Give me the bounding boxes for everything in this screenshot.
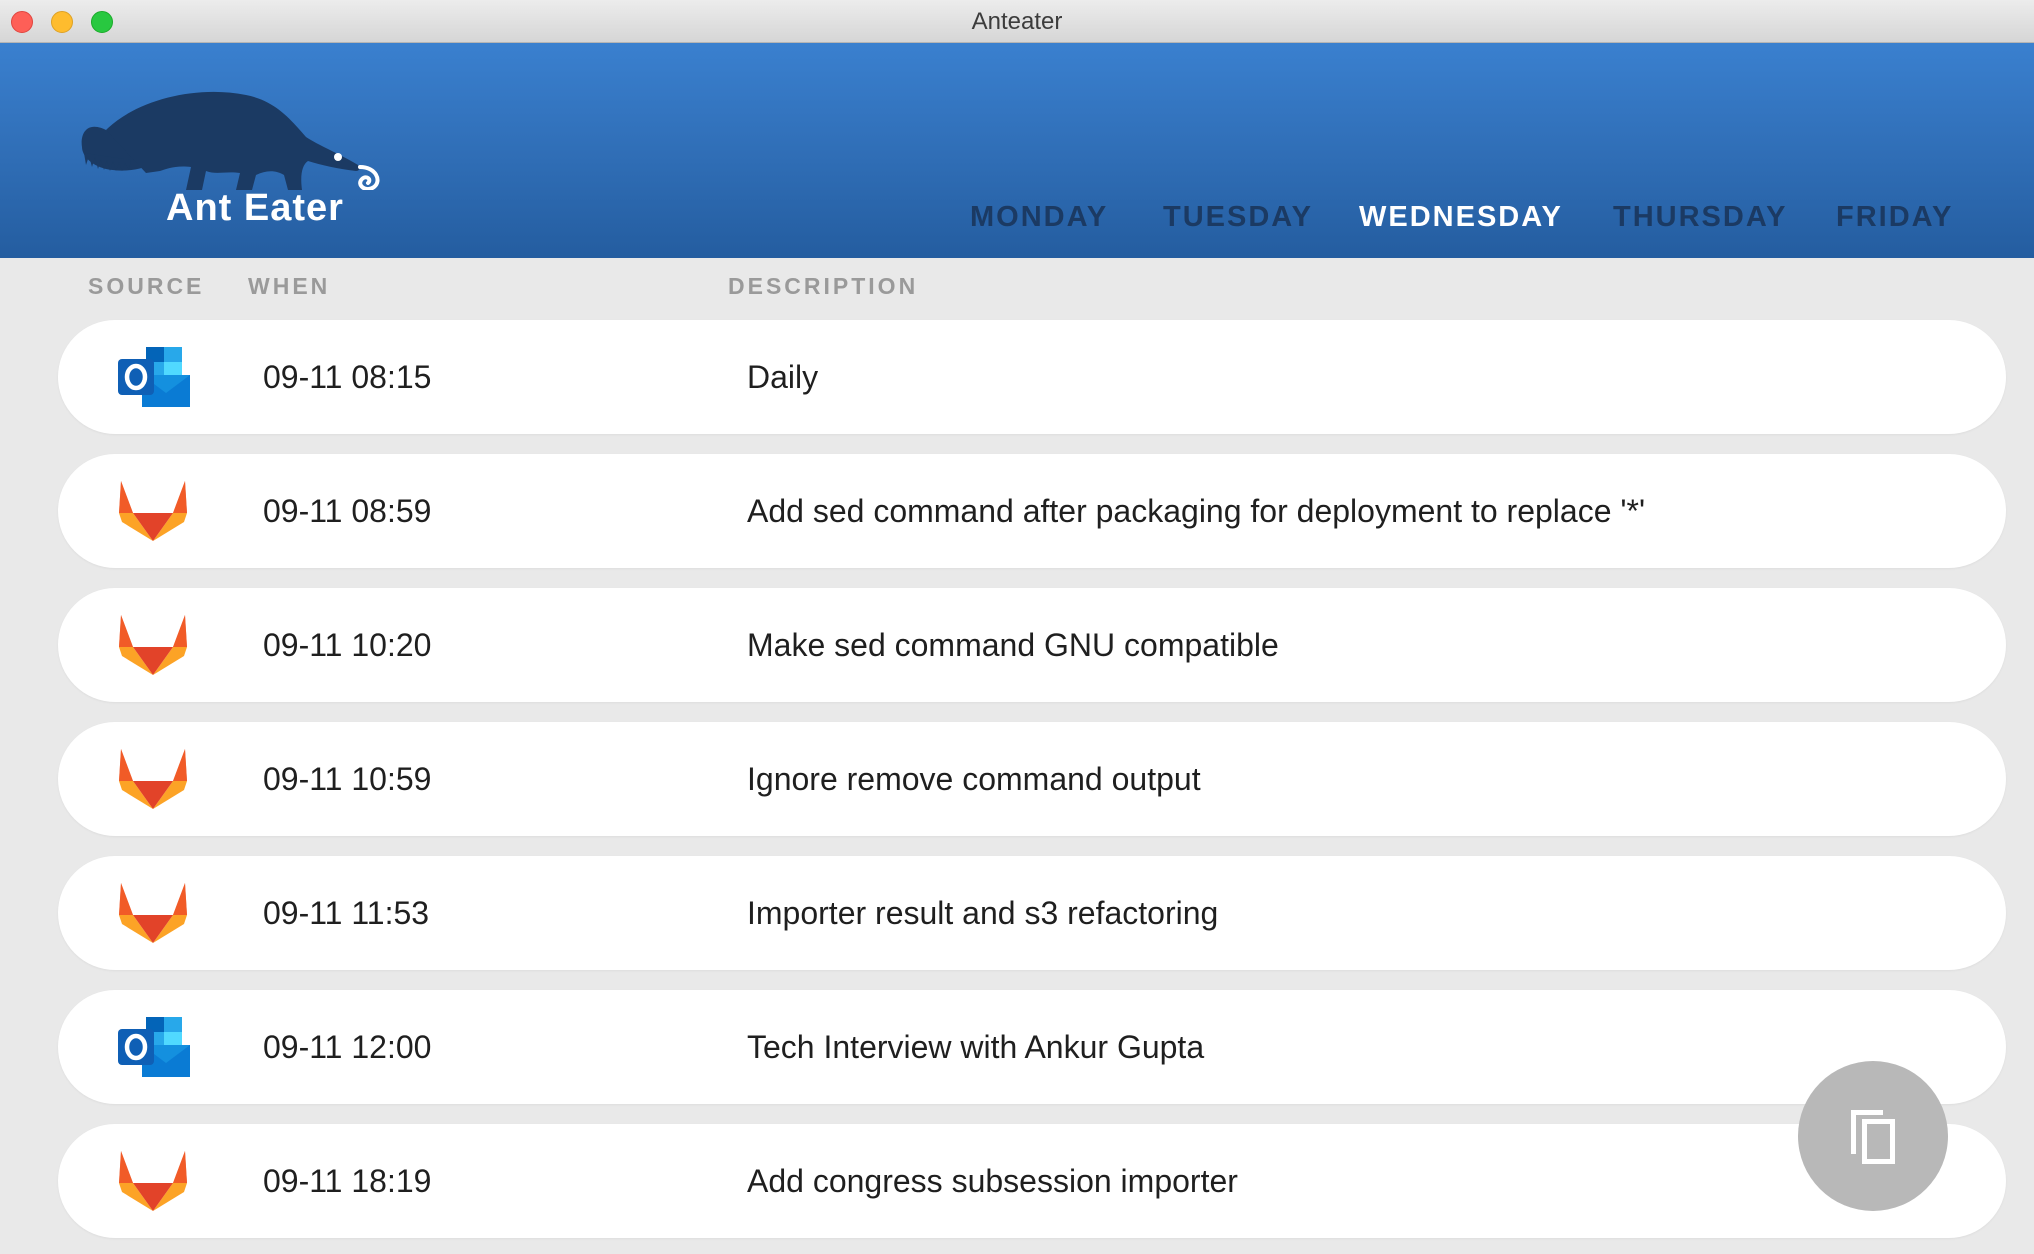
event-row[interactable]: 09-11 10:59 Ignore remove command output [58, 722, 2006, 836]
event-description: Daily [747, 359, 819, 395]
column-header-source: SOURCE [88, 273, 205, 299]
event-time: 09-11 08:15 [263, 359, 432, 395]
event-time: 09-11 18:19 [263, 1163, 432, 1199]
event-description: Add sed command after packaging for depl… [747, 493, 1646, 529]
column-header-when: WHEN [248, 273, 331, 299]
app-header: Ant Eater MONDAY TUESDAY WEDNESDAY THURS… [0, 43, 2034, 258]
gitlab-icon [119, 1151, 187, 1211]
copy-icon [1851, 1110, 1895, 1164]
tab-friday[interactable]: FRIDAY [1836, 201, 1953, 234]
event-time: 09-11 10:59 [263, 761, 432, 797]
event-row[interactable]: 09-11 08:59 Add sed command after packag… [58, 454, 2006, 568]
window-title: Anteater [971, 8, 1063, 35]
event-row[interactable]: 09-11 18:19 Add congress subsession impo… [58, 1124, 2006, 1238]
event-row[interactable]: 09-11 12:00 Tech Interview with Ankur Gu… [58, 990, 2006, 1104]
tab-tuesday[interactable]: TUESDAY [1163, 201, 1313, 234]
event-time: 09-11 12:00 [263, 1029, 432, 1065]
column-header-description: DESCRIPTION [728, 273, 919, 299]
tab-thursday[interactable]: THURSDAY [1613, 201, 1787, 234]
event-description: Tech Interview with Ankur Gupta [747, 1029, 1205, 1065]
gitlab-icon [119, 749, 187, 809]
gitlab-icon [119, 615, 187, 675]
brand-name: Ant Eater [166, 187, 344, 229]
event-time: 09-11 10:20 [263, 627, 432, 663]
outlook-icon [118, 1017, 190, 1077]
title-bar: Anteater [0, 0, 2034, 43]
event-description: Ignore remove command output [747, 761, 1201, 797]
tab-wednesday[interactable]: WEDNESDAY [1359, 201, 1563, 234]
event-description: Add congress subsession importer [747, 1163, 1238, 1199]
anteater-logo-icon [81, 91, 380, 190]
event-description: Importer result and s3 refactoring [747, 895, 1219, 931]
tab-monday[interactable]: MONDAY [970, 201, 1108, 234]
event-row[interactable]: 09-11 11:53 Importer result and s3 refac… [58, 856, 2006, 970]
event-row[interactable]: 09-11 08:15 Daily [58, 320, 2006, 434]
event-time: 09-11 11:53 [263, 895, 430, 931]
gitlab-icon [119, 481, 187, 541]
outlook-icon [118, 347, 190, 407]
gitlab-icon [119, 883, 187, 943]
copy-button[interactable] [1798, 1061, 1948, 1211]
event-row[interactable]: 09-11 10:20 Make sed command GNU compati… [58, 588, 2006, 702]
event-description: Make sed command GNU compatible [747, 627, 1279, 663]
event-time: 09-11 08:59 [263, 493, 432, 529]
